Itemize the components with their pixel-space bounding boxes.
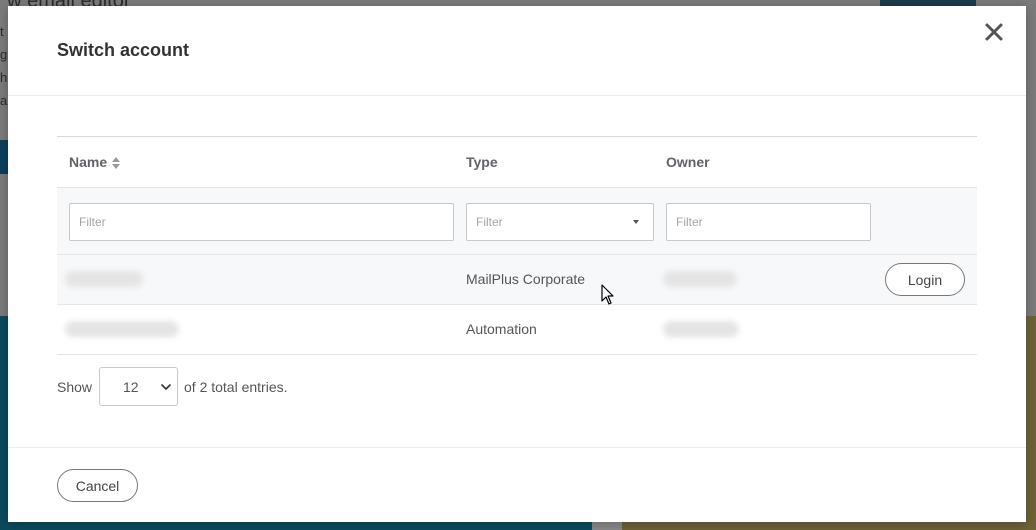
caret-down-icon [633, 220, 639, 224]
type-filter-placeholder: Filter [476, 215, 503, 229]
type-filter-select[interactable]: Filter [466, 203, 654, 241]
name-filter-input[interactable] [69, 203, 454, 241]
accounts-table: Name Type Owner Filter MailPlus Corporat… [57, 136, 977, 355]
account-name-redacted [65, 271, 143, 287]
background-bottom-gray [592, 522, 622, 530]
account-owner-redacted [663, 271, 737, 287]
account-name-redacted [65, 321, 179, 337]
column-header-type: Type [466, 154, 498, 170]
table-header: Name Type Owner [57, 136, 977, 188]
background-bottom-yellow [622, 522, 1036, 530]
chevron-down-icon [161, 382, 171, 392]
background-teal-block [0, 316, 8, 530]
page-size-value: 12 [123, 379, 139, 395]
owner-filter-input[interactable] [666, 203, 871, 241]
account-type: Automation [466, 321, 537, 337]
column-header-owner: Owner [666, 154, 710, 170]
background-yellow-block [1026, 316, 1036, 530]
cancel-button[interactable]: Cancel [57, 469, 138, 502]
switch-account-modal: Switch account Name Type Owner Filter Ma… [8, 6, 1026, 522]
account-type: MailPlus Corporate [466, 271, 586, 287]
modal-footer: Cancel [8, 447, 1026, 523]
table-row: MailPlus Corporate Login [57, 255, 977, 305]
page-size-select[interactable]: 12 [99, 367, 178, 406]
modal-title: Switch account [57, 40, 190, 60]
close-icon[interactable] [982, 20, 1006, 44]
modal-header: Switch account [8, 6, 1026, 96]
login-button[interactable]: Login [885, 263, 965, 296]
sort-icon[interactable] [111, 156, 121, 170]
background-side-text: t g h a [0, 24, 8, 108]
background-blue-band [0, 140, 8, 174]
show-label: Show [57, 379, 93, 395]
table-row: Automation [57, 305, 977, 355]
background-right-strip [1026, 0, 1036, 316]
background-bottom-teal [0, 522, 592, 530]
filter-row: Filter [57, 188, 977, 255]
account-owner-redacted [663, 321, 739, 337]
total-entries-text: of 2 total entries. [184, 379, 288, 395]
column-header-name[interactable]: Name [69, 154, 121, 170]
